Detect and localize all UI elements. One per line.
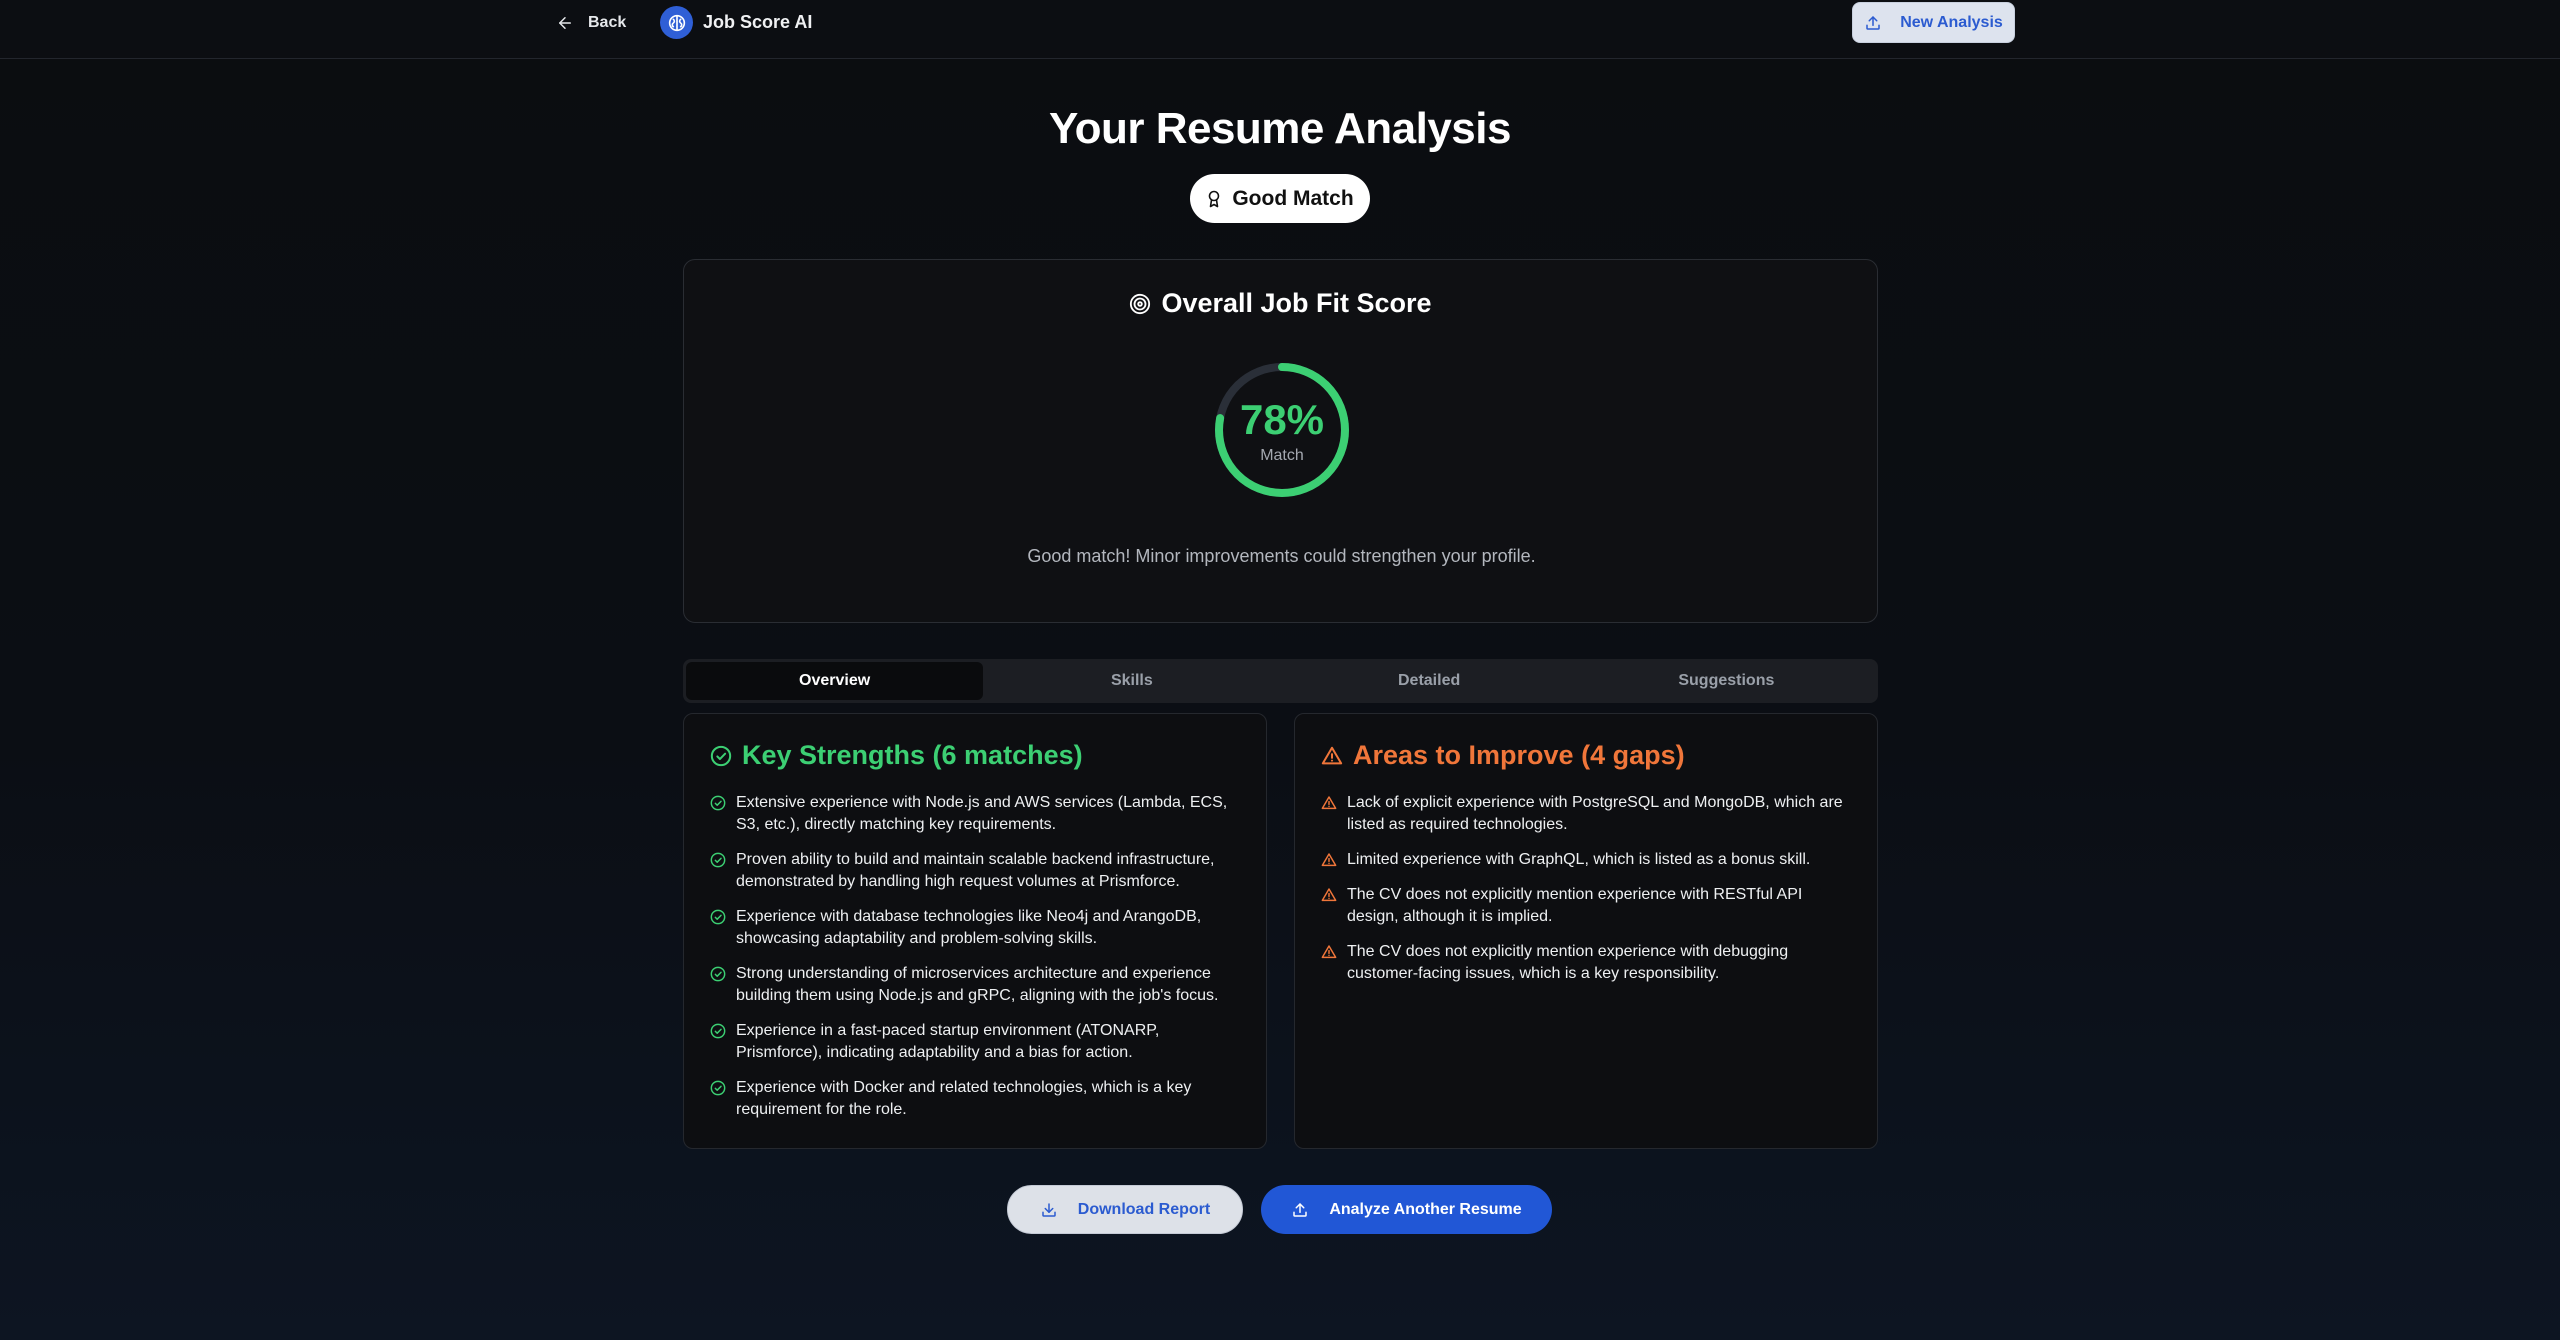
list-item: The CV does not explicitly mention exper… (1321, 884, 1851, 928)
arrow-left-icon (559, 17, 571, 29)
list-item-text: Limited experience with GraphQL, which i… (1347, 851, 1811, 868)
list-item: Experience with Docker and related techn… (710, 1077, 1240, 1121)
brain-icon (660, 6, 693, 39)
warning-triangle-icon (1321, 796, 1337, 810)
list-item: Extensive experience with Node.js and AW… (710, 792, 1240, 836)
list-item-text: The CV does not explicitly mention exper… (1347, 886, 1803, 925)
score-heading-label: Overall Job Fit Score (1161, 288, 1432, 318)
brand: Job Score AI (660, 6, 812, 39)
brand-title: Job Score AI (703, 12, 813, 32)
list-item-text: Lack of explicit experience with Postgre… (1347, 794, 1843, 833)
warning-triangle-icon (1321, 945, 1337, 959)
list-item: Limited experience with GraphQL, which i… (1321, 849, 1851, 871)
analyze-another-resume-button[interactable]: Analyze Another Resume (1261, 1185, 1552, 1234)
score-card: Overall Job Fit Score 78% Match Good mat… (683, 259, 1878, 623)
top-bar: Back Job Score AI New Analysis (0, 0, 2560, 59)
check-circle-icon (710, 966, 726, 982)
check-circle-icon (710, 909, 726, 925)
areas-to-improve-list: Lack of explicit experience with Postgre… (1321, 792, 1851, 998)
tab-overview[interactable]: Overview (686, 662, 984, 700)
list-item: Strong understanding of microservices ar… (710, 963, 1240, 1007)
list-item-text: Experience in a fast-paced startup envir… (736, 1022, 1160, 1061)
award-icon (1209, 190, 1220, 207)
target-icon (1130, 293, 1151, 314)
warning-triangle-icon (1321, 746, 1343, 764)
analyze-another-resume-label: Analyze Another Resume (1329, 1200, 1522, 1218)
match-badge: Good Match (1190, 174, 1370, 223)
score-value: 78% (1239, 396, 1325, 443)
download-report-label: Download Report (1077, 1200, 1211, 1218)
list-item-text: Strong understanding of microservices ar… (736, 965, 1219, 1004)
areas-to-improve-panel: Areas to Improve (4 gaps) Lack of explic… (1294, 713, 1878, 1149)
list-item-text: The CV does not explicitly mention exper… (1347, 943, 1789, 982)
tab-skills[interactable]: Skills (983, 662, 1280, 700)
list-item: Experience with database technologies li… (710, 906, 1240, 950)
warning-triangle-icon (1321, 853, 1337, 867)
check-circle-icon (710, 1023, 726, 1039)
list-item: The CV does not explicitly mention exper… (1321, 941, 1851, 985)
tab-suggestions[interactable]: Suggestions (1578, 662, 1875, 700)
list-item: Experience in a fast-paced startup envir… (710, 1020, 1240, 1064)
key-strengths-heading: Key Strengths (6 matches) (742, 740, 1083, 770)
list-item-text: Extensive experience with Node.js and AW… (736, 794, 1228, 833)
download-icon (1042, 1202, 1056, 1217)
score-heading: Overall Job Fit Score (684, 288, 1877, 319)
back-button[interactable]: Back (556, 10, 626, 36)
key-strengths-list: Extensive experience with Node.js and AW… (710, 792, 1240, 1134)
check-circle-icon (710, 852, 726, 868)
list-item-text: Proven ability to build and maintain sca… (736, 851, 1215, 890)
check-circle-icon (710, 795, 726, 811)
upload-icon (1293, 1202, 1308, 1217)
new-analysis-button[interactable]: New Analysis (1852, 2, 2015, 43)
areas-to-improve-heading: Areas to Improve (4 gaps) (1353, 740, 1685, 770)
score-sub-label: Match (1260, 447, 1304, 464)
areas-to-improve-title: Areas to Improve (4 gaps) (1321, 740, 1685, 771)
key-strengths-panel: Key Strengths (6 matches) Extensive expe… (683, 713, 1267, 1149)
list-item-text: Experience with database technologies li… (736, 908, 1202, 947)
match-badge-label: Good Match (1232, 186, 1354, 210)
list-item: Proven ability to build and maintain sca… (710, 849, 1240, 893)
check-circle-icon (710, 1080, 726, 1096)
download-report-button[interactable]: Download Report (1007, 1185, 1243, 1234)
tab-detailed[interactable]: Detailed (1281, 662, 1578, 700)
list-item: Lack of explicit experience with Postgre… (1321, 792, 1851, 836)
back-label: Back (588, 14, 627, 31)
upload-icon (1866, 15, 1880, 30)
warning-triangle-icon (1321, 888, 1337, 902)
key-strengths-title: Key Strengths (6 matches) (710, 740, 1083, 771)
tab-bar: Overview Skills Detailed Suggestions (683, 659, 1878, 703)
page-title: Your Resume Analysis (1049, 104, 1511, 153)
new-analysis-label: New Analysis (1900, 13, 2003, 31)
score-description: Good match! Minor improvements could str… (1027, 546, 1536, 566)
score-ring-text: 78% Match (1212, 360, 1352, 500)
list-item-text: Experience with Docker and related techn… (736, 1079, 1192, 1118)
check-circle-icon (710, 745, 732, 766)
